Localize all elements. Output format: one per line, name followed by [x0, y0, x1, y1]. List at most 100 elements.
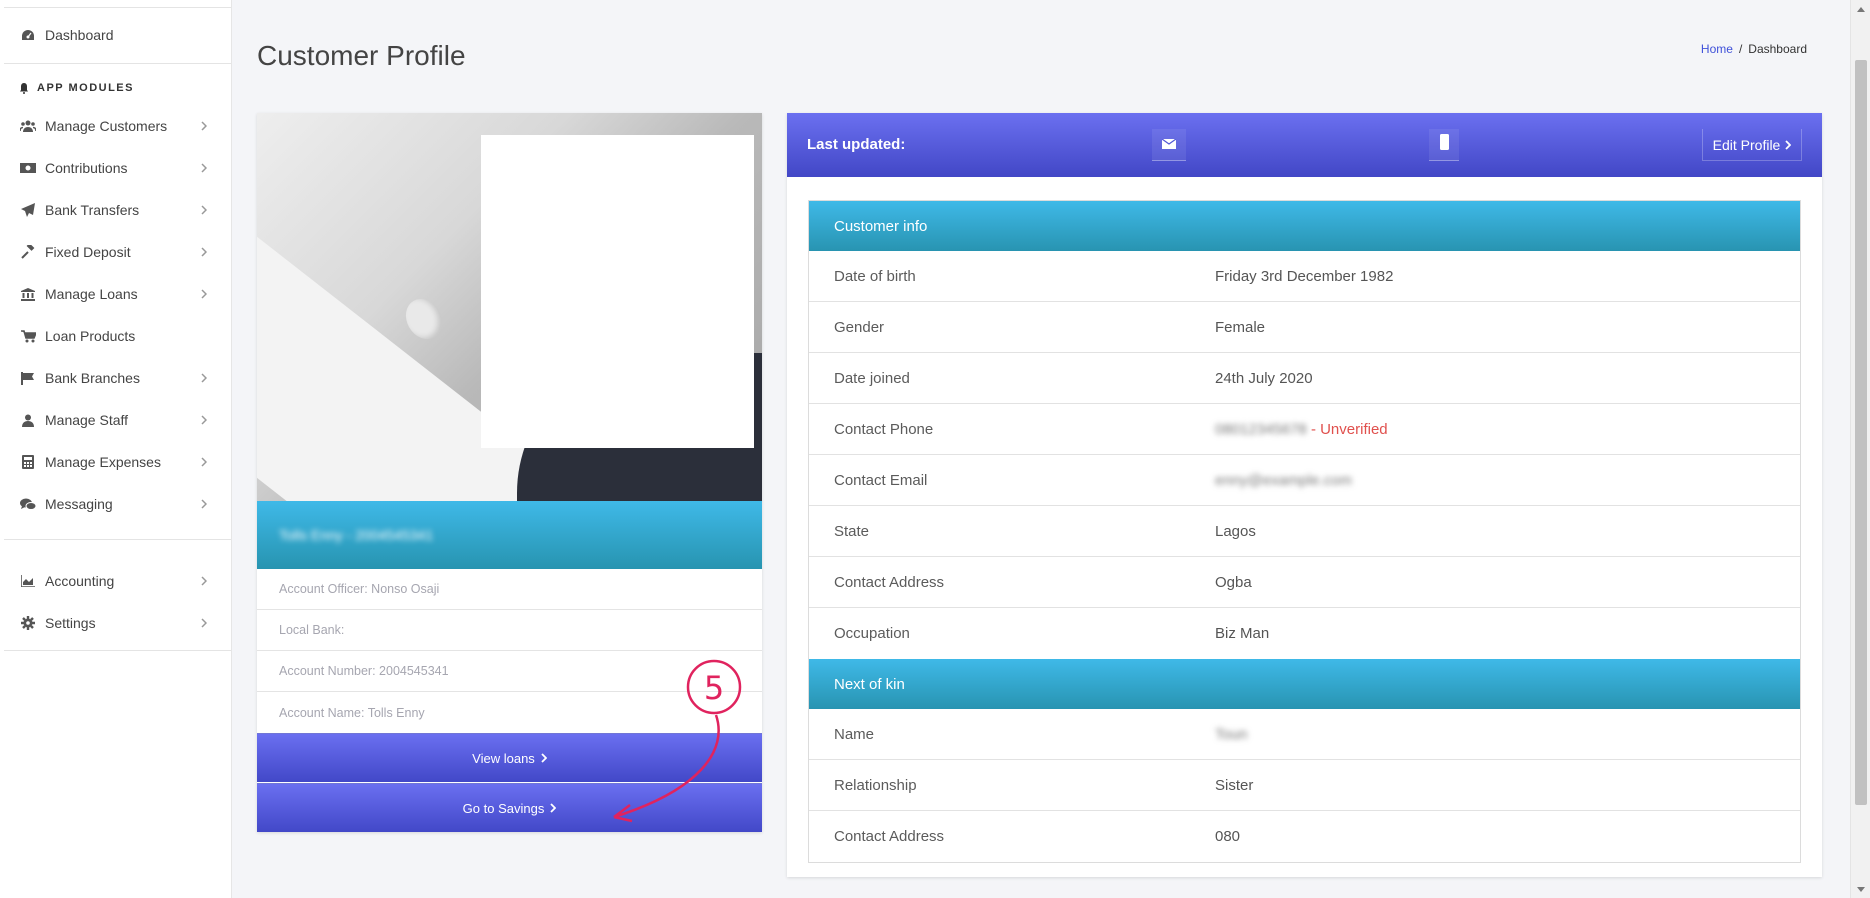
unverified-badge: - Unverified — [1310, 420, 1388, 438]
row-label: Gender — [834, 318, 885, 336]
page-title: Customer Profile — [257, 40, 466, 71]
chevron-right-icon — [198, 617, 210, 629]
email-button[interactable] — [1152, 129, 1186, 161]
next-of-kin-heading: Next of kin — [809, 659, 1800, 709]
profile-card: Tolls Enny - 2004545341 Account Officer:… — [257, 113, 762, 832]
account-number: Account Number: 2004545341 — [257, 651, 762, 692]
sidebar-item-bank-transfers[interactable]: Bank Transfers — [0, 190, 232, 230]
sidebar-item-manage-expenses[interactable]: Manage Expenses — [0, 442, 232, 482]
row-value: Biz Man — [1215, 625, 1270, 642]
customer-detail-panel: Last updated: Edit Profile Customer info… — [787, 113, 1822, 877]
row-label: Contact Phone — [834, 420, 934, 438]
cog-icon — [20, 615, 36, 631]
scroll-up-arrow-icon[interactable] — [1851, 0, 1870, 18]
panel-header: Last updated: Edit Profile — [787, 113, 1822, 177]
money-icon — [20, 160, 36, 176]
sidebar-item-dashboard[interactable]: Dashboard — [0, 15, 232, 55]
table-row: Contact Address Ogba — [809, 557, 1800, 608]
breadcrumb: Home / Dashboard — [1701, 42, 1807, 56]
phone-button[interactable] — [1429, 129, 1459, 161]
row-label: Occupation — [834, 625, 910, 642]
sidebar-divider — [4, 63, 231, 64]
row-label: Relationship — [834, 776, 917, 794]
sidebar-divider — [4, 650, 231, 651]
sidebar-item-accounting[interactable]: Accounting — [0, 561, 232, 601]
sidebar-item-label: Fixed Deposit — [45, 244, 131, 260]
table-row: Occupation Biz Man — [809, 608, 1800, 659]
row-value: Friday 3rd December 1982 — [1215, 267, 1394, 285]
customer-name-band: Tolls Enny - 2004545341 — [257, 501, 762, 569]
row-value: 080 — [1215, 828, 1241, 845]
local-bank: Local Bank: — [257, 610, 762, 651]
chevron-right-icon — [198, 120, 210, 132]
sidebar-item-label: Loan Products — [45, 328, 136, 344]
table-row: Name Toun — [809, 709, 1800, 760]
user-icon — [20, 412, 36, 428]
flag-icon — [20, 370, 36, 386]
row-label: Contact Address — [834, 573, 945, 591]
account-name: Account Name: Tolls Enny — [279, 705, 425, 720]
chevron-right-icon — [550, 803, 557, 813]
breadcrumb-home-link[interactable]: Home — [1701, 42, 1733, 56]
row-label: State — [834, 522, 870, 540]
account-officer: Account Officer: Nonso Osaji — [257, 569, 762, 610]
redacted-area — [481, 135, 754, 448]
sidebar-item-label: Manage Staff — [45, 412, 129, 428]
chevron-right-icon — [198, 575, 210, 587]
scroll-down-arrow-icon[interactable] — [1851, 880, 1870, 898]
row-label: Date of birth — [834, 267, 916, 285]
table-row: Date of birth Friday 3rd December 1982 — [809, 251, 1800, 302]
sidebar-item-manage-loans[interactable]: Manage Loans — [0, 274, 232, 314]
sidebar-item-label: Bank Transfers — [45, 202, 140, 218]
calculator-icon — [20, 454, 36, 470]
sidebar-item-label: Accounting — [45, 573, 115, 589]
go-to-savings-button[interactable]: Go to Savings — [257, 783, 762, 832]
dashboard-icon — [20, 27, 36, 43]
customer-info-heading: Customer info — [809, 201, 1800, 251]
table-row: Date joined 24th July 2020 — [809, 353, 1800, 404]
chevron-right-icon — [1785, 139, 1792, 150]
view-loans-button[interactable]: View loans — [257, 733, 762, 782]
sidebar-item-label: Messaging — [45, 496, 113, 512]
sidebar-divider — [4, 539, 231, 540]
mobile-icon — [1439, 134, 1449, 155]
row-label: Contact Email — [834, 471, 928, 489]
sidebar-item-manage-staff[interactable]: Manage Staff — [0, 400, 232, 440]
chevron-right-icon — [198, 498, 210, 510]
contact-email-value: enny@example.com — [1215, 471, 1352, 489]
sidebar-item-loan-products[interactable]: Loan Products — [0, 316, 232, 356]
row-label: Contact Address — [834, 828, 945, 845]
edit-profile-button[interactable]: Edit Profile — [1702, 129, 1802, 161]
row-value: Female — [1215, 318, 1266, 336]
sidebar-item-label: Dashboard — [45, 27, 114, 43]
users-icon — [20, 118, 36, 134]
sidebar: Dashboard APP MODULES Manage Customers C… — [0, 0, 232, 898]
sidebar-item-settings[interactable]: Settings — [0, 603, 232, 643]
sidebar-item-contributions[interactable]: Contributions — [0, 148, 232, 188]
comments-icon — [20, 496, 36, 512]
sidebar-item-label: Manage Customers — [45, 118, 168, 134]
sidebar-item-manage-customers[interactable]: Manage Customers — [0, 106, 232, 146]
sidebar-item-bank-branches[interactable]: Bank Branches — [0, 358, 232, 398]
row-value: Sister — [1215, 776, 1254, 794]
scrollbar-thumb[interactable] — [1855, 60, 1867, 805]
last-updated-label: Last updated: — [807, 136, 906, 153]
sidebar-item-label: Settings — [45, 615, 96, 631]
sidebar-item-messaging[interactable]: Messaging — [0, 484, 232, 524]
row-value: Lagos — [1215, 522, 1256, 540]
row-label: Date joined — [834, 369, 910, 387]
cart-icon — [20, 328, 36, 344]
table-row: Relationship Sister — [809, 760, 1800, 811]
sidebar-section-title: APP MODULES — [20, 82, 134, 94]
chevron-right-icon — [198, 288, 210, 300]
customer-info-table: Customer info Date of birth Friday 3rd D… — [808, 200, 1801, 863]
vertical-scrollbar[interactable] — [1850, 0, 1870, 898]
chevron-right-icon — [198, 246, 210, 258]
sidebar-divider — [4, 7, 231, 8]
chevron-right-icon — [198, 456, 210, 468]
customer-photo — [257, 113, 762, 501]
table-row: Gender Female — [809, 302, 1800, 353]
sidebar-item-fixed-deposit[interactable]: Fixed Deposit — [0, 232, 232, 272]
table-row: Contact Address 080 — [809, 811, 1800, 862]
table-row: Contact Phone 08012345678 - Unverified — [809, 404, 1800, 455]
